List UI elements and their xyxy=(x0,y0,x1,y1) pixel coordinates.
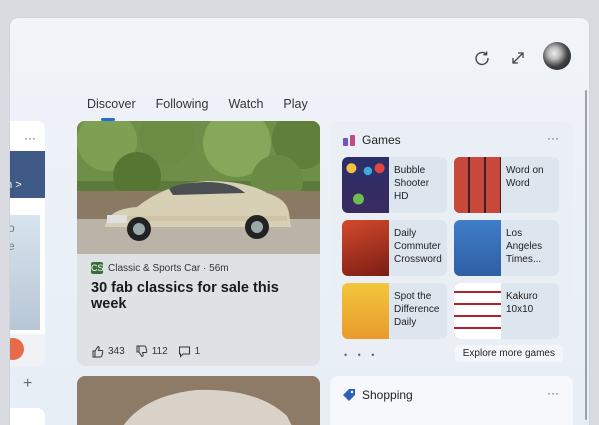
left-card-footer xyxy=(10,334,45,366)
add-widget-button[interactable]: + xyxy=(23,375,32,393)
comment-icon xyxy=(178,346,190,358)
shopping-tag-icon xyxy=(343,389,355,401)
kakuro-thumbnail xyxy=(454,283,501,339)
tab-watch[interactable]: Watch xyxy=(218,93,273,115)
partial-left-card[interactable]: ··· on > So Be xyxy=(10,121,45,366)
like-button[interactable]: 343 xyxy=(91,345,125,358)
games-header: Games xyxy=(342,133,401,147)
refresh-icon xyxy=(475,51,489,66)
game-name: Kakuro 10x10 xyxy=(506,291,538,315)
games-icon xyxy=(343,135,355,146)
word-on-word-thumbnail xyxy=(454,157,501,213)
game-name: Word on Word xyxy=(506,165,544,189)
games-widget: Games ··· Bubble Shooter HD Word on Word… xyxy=(330,121,573,366)
scrollbar[interactable] xyxy=(585,90,587,420)
shopping-widget: Shopping ··· xyxy=(330,376,573,425)
like-count: 343 xyxy=(108,346,125,357)
game-name: Daily Commuter Crossword xyxy=(394,228,442,265)
left-card-thumb-text-2: Be xyxy=(10,239,15,253)
game-tile-word-on-word[interactable]: Word on Word xyxy=(454,157,559,213)
shopping-more-options-icon[interactable]: ··· xyxy=(547,386,559,400)
partial-left-card-2[interactable] xyxy=(10,408,45,425)
news-image xyxy=(77,121,320,254)
game-tile-spot-the-difference[interactable]: Spot the Difference Daily xyxy=(342,283,447,339)
carousel-dots[interactable]: • • • xyxy=(344,350,378,360)
shopping-header: Shopping xyxy=(342,388,413,402)
daily-commuter-thumbnail xyxy=(342,220,389,276)
comment-button[interactable]: 1 xyxy=(178,345,201,358)
dislike-button[interactable]: 112 xyxy=(135,345,168,358)
news-card-2[interactable] xyxy=(77,376,320,425)
game-tile-bubble-shooter[interactable]: Bubble Shooter HD xyxy=(342,157,447,213)
expand-button[interactable] xyxy=(508,48,528,68)
explore-more-games-button[interactable]: Explore more games xyxy=(454,345,563,362)
news-card-2-image xyxy=(77,376,320,425)
dislike-count: 112 xyxy=(151,346,168,357)
game-tile-kakuro[interactable]: Kakuro 10x10 xyxy=(454,283,559,339)
avatar[interactable] xyxy=(543,42,571,70)
game-name: Bubble Shooter HD xyxy=(394,165,430,202)
refresh-button[interactable] xyxy=(472,48,492,68)
thumbs-down-icon xyxy=(136,345,147,358)
news-source-label: Classic & Sports Car · 56m xyxy=(108,262,229,274)
game-name: Los Angeles Times... xyxy=(506,228,543,265)
game-tile-daily-commuter[interactable]: Daily Commuter Crossword xyxy=(342,220,447,276)
news-source[interactable]: CS Classic & Sports Car · 56m xyxy=(91,262,229,274)
feed-tabs: Discover Following Watch Play xyxy=(87,93,318,121)
thumbs-up-icon xyxy=(92,345,104,358)
games-title: Games xyxy=(362,133,401,147)
news-card[interactable]: CS Classic & Sports Car · 56m 30 fab cla… xyxy=(77,121,320,366)
news-headline[interactable]: 30 fab classics for sale this week xyxy=(91,280,311,312)
news-actions: 343 112 1 xyxy=(91,345,200,358)
left-card-thumbnail: So Be xyxy=(10,215,40,330)
left-card-banner: on > xyxy=(10,151,45,198)
game-tile-la-times[interactable]: Los Angeles Times... xyxy=(454,220,559,276)
la-times-thumbnail xyxy=(454,220,501,276)
comment-count: 1 xyxy=(194,346,201,357)
games-more-options-icon[interactable]: ··· xyxy=(547,131,559,145)
tab-following[interactable]: Following xyxy=(146,93,219,115)
left-card-thumb-text-1: So xyxy=(10,221,15,235)
tab-discover[interactable]: Discover xyxy=(87,93,146,121)
spot-difference-thumbnail xyxy=(342,283,389,339)
widgets-panel: Discover Following Watch Play ··· on > S… xyxy=(10,18,589,425)
tab-play[interactable]: Play xyxy=(273,93,317,115)
expand-icon xyxy=(512,52,524,64)
more-options-icon[interactable]: ··· xyxy=(24,131,36,145)
left-card-label: on > xyxy=(10,179,22,191)
bubble-shooter-thumbnail xyxy=(342,157,389,213)
publisher-logo-icon: CS xyxy=(91,262,104,274)
shopping-title: Shopping xyxy=(362,388,413,402)
left-card-dot-icon xyxy=(10,338,24,360)
game-name: Spot the Difference Daily xyxy=(394,291,440,328)
